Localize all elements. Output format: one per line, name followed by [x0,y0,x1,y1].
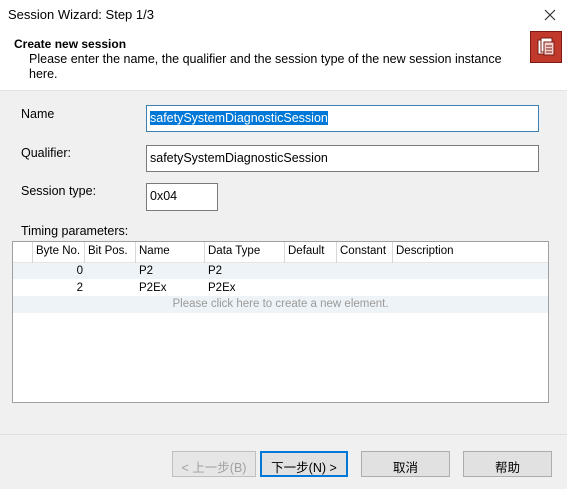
session-type-input-value: 0x04 [150,189,178,203]
cell-byte-no: 0 [76,265,83,277]
qualifier-label: Qualifier: [21,146,72,160]
header-description: Please enter the name, the qualifier and… [29,52,502,81]
cell-name: P2Ex [139,282,167,294]
help-button[interactable]: 帮助 [463,451,552,477]
cell-byte-no: 2 [76,282,83,294]
new-element-row[interactable]: Please click here to create a new elemen… [13,296,548,313]
column-header-default[interactable]: Default [285,242,337,263]
column-header-data-type[interactable]: Data Type [205,242,285,263]
back-button[interactable]: < 上一步(B) [172,451,256,477]
column-header-description[interactable]: Description [393,242,548,263]
cancel-button[interactable]: 取消 [361,451,450,477]
close-button[interactable] [533,0,567,30]
cell-name: P2 [139,265,154,277]
qualifier-input[interactable]: safetySystemDiagnosticSession [146,145,539,172]
window-title: Session Wizard: Step 1/3 [8,7,154,22]
name-input[interactable]: safetySystemDiagnosticSession [146,105,539,132]
name-input-value: safetySystemDiagnosticSession [150,111,328,125]
column-header-constant[interactable]: Constant [337,242,393,263]
table-row[interactable]: 2 P2Ex P2Ex [13,280,548,296]
wizard-header: Create new session Please enter the name… [0,30,567,90]
qualifier-input-value: safetySystemDiagnosticSession [150,151,328,165]
table-row[interactable]: 0 P2 P2 [13,263,548,279]
session-type-input[interactable]: 0x04 [146,183,218,211]
timing-parameters-table[interactable]: Byte No. Bit Pos. Name Data Type Default… [12,241,549,403]
row-selector-header [13,242,33,263]
timing-parameters-label: Timing parameters: [21,224,129,238]
form-panel: Name safetySystemDiagnosticSession Quali… [0,91,567,434]
table-header: Byte No. Bit Pos. Name Data Type Default… [13,242,548,263]
cell-data-type: P2 [208,265,223,277]
close-icon [544,9,556,21]
column-header-bit-pos[interactable]: Bit Pos. [85,242,136,263]
next-button[interactable]: 下一步(N) > [260,451,348,477]
header-title: Create new session [14,37,127,51]
session-wizard-logo-icon [530,31,562,63]
cell-data-type: P2Ex [208,282,236,294]
title-bar: Session Wizard: Step 1/3 [0,0,567,30]
column-header-name[interactable]: Name [136,242,205,263]
session-type-label: Session type: [21,184,97,198]
name-label: Name [21,107,55,121]
column-header-byte-no[interactable]: Byte No. [33,242,85,263]
